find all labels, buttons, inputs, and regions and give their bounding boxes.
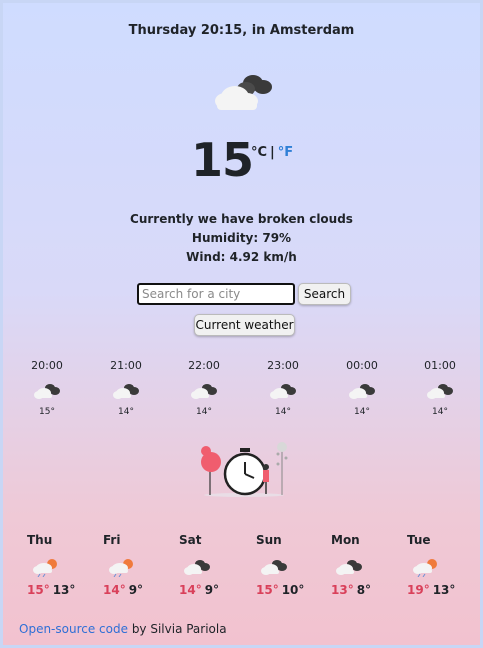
- unit-separator: |: [270, 145, 275, 160]
- hourly-item: 01:00 14°: [410, 359, 470, 417]
- day-high: 15°: [256, 583, 279, 597]
- hourly-item: 20:00 15°: [17, 359, 77, 417]
- sun-rain-cloud-icon: [109, 559, 133, 577]
- weather-card: Thursday 20:15, in Amsterdam 15 °C | °F Cu…: [0, 0, 483, 648]
- daily-item: Sat 14° 9°: [179, 533, 239, 597]
- hour-time: 00:00: [346, 359, 378, 372]
- hour-temp: 14°: [432, 407, 448, 417]
- current-conditions: Currently we have broken clouds Humidity…: [3, 210, 480, 267]
- day-high: 14°: [179, 583, 202, 597]
- hour-temp: 14°: [118, 407, 134, 417]
- broken-clouds-icon: [215, 75, 272, 110]
- broken-clouds-icon: [184, 560, 210, 575]
- hourly-item: 22:00 14°: [174, 359, 234, 417]
- hour-temp: 14°: [275, 407, 291, 417]
- current-weather-button[interactable]: Current weather: [194, 314, 295, 336]
- hour-time: 21:00: [110, 359, 142, 372]
- broken-clouds-icon: [270, 384, 296, 399]
- hour-time: 01:00: [424, 359, 456, 372]
- day-name: Thu: [27, 533, 53, 547]
- day-low: 8°: [356, 583, 372, 597]
- day-name: Tue: [407, 533, 431, 547]
- day-name: Mon: [331, 533, 360, 547]
- broken-clouds-icon: [113, 384, 139, 399]
- hourly-item: 23:00 14°: [253, 359, 313, 417]
- broken-clouds-icon: [349, 384, 375, 399]
- day-name: Sat: [179, 533, 202, 547]
- day-low: 9°: [204, 583, 220, 597]
- day-temps: 14° 9°: [179, 583, 239, 597]
- daily-item: Mon 13° 8°: [331, 533, 391, 597]
- search-button[interactable]: Search: [298, 283, 351, 305]
- daily-item: Thu 15° 13°: [27, 533, 87, 597]
- day-temps: 19° 13°: [407, 583, 467, 597]
- author-credit: by Silvia Pariola: [131, 622, 227, 636]
- fahrenheit-link[interactable]: °F: [278, 145, 293, 160]
- footer: Open-source code by Silvia Pariola: [19, 622, 227, 636]
- hour-temp: 15°: [39, 407, 55, 417]
- broken-clouds-icon: [336, 560, 362, 575]
- broken-clouds-icon: [34, 384, 60, 399]
- weather-description: Currently we have broken clouds: [130, 212, 353, 226]
- clock-illustration-icon: [201, 442, 288, 497]
- broken-clouds-icon: [191, 384, 217, 399]
- hourly-item: 00:00 14°: [332, 359, 392, 417]
- day-temps: 14° 9°: [103, 583, 163, 597]
- hourly-item: 21:00 14°: [96, 359, 156, 417]
- day-high: 19°: [407, 583, 430, 597]
- day-high: 15°: [27, 583, 50, 597]
- day-low: 9°: [128, 583, 144, 597]
- hour-time: 23:00: [267, 359, 299, 372]
- wind-speed: Wind: 4.92 km/h: [186, 250, 297, 264]
- daily-item: Sun 15° 10°: [256, 533, 316, 597]
- unit-toggle: °C | °F: [251, 145, 293, 160]
- day-temps: 15° 13°: [27, 583, 87, 597]
- broken-clouds-icon: [427, 384, 453, 399]
- current-temperature: 15: [191, 133, 254, 187]
- source-code-link[interactable]: Open-source code: [19, 622, 128, 636]
- day-low: 13°: [52, 583, 76, 597]
- search-input[interactable]: [137, 283, 295, 305]
- hour-temp: 14°: [196, 407, 212, 417]
- day-name: Fri: [103, 533, 121, 547]
- day-temps: 13° 8°: [331, 583, 391, 597]
- day-high: 13°: [331, 583, 354, 597]
- hour-temp: 14°: [354, 407, 370, 417]
- day-name: Sun: [256, 533, 282, 547]
- daily-item: Tue 19° 13°: [407, 533, 467, 597]
- sun-rain-cloud-icon: [33, 559, 57, 577]
- day-temps: 15° 10°: [256, 583, 316, 597]
- celsius-link[interactable]: °C: [251, 145, 267, 160]
- hour-time: 20:00: [31, 359, 63, 372]
- hour-time: 22:00: [188, 359, 220, 372]
- humidity: Humidity: 79%: [191, 231, 292, 245]
- broken-clouds-icon: [261, 560, 287, 575]
- day-high: 14°: [103, 583, 126, 597]
- day-low: 13°: [432, 583, 456, 597]
- daily-item: Fri 14° 9°: [103, 533, 163, 597]
- date-location: Thursday 20:15, in Amsterdam: [128, 23, 355, 38]
- sun-rain-cloud-icon: [413, 559, 437, 577]
- day-low: 10°: [281, 583, 305, 597]
